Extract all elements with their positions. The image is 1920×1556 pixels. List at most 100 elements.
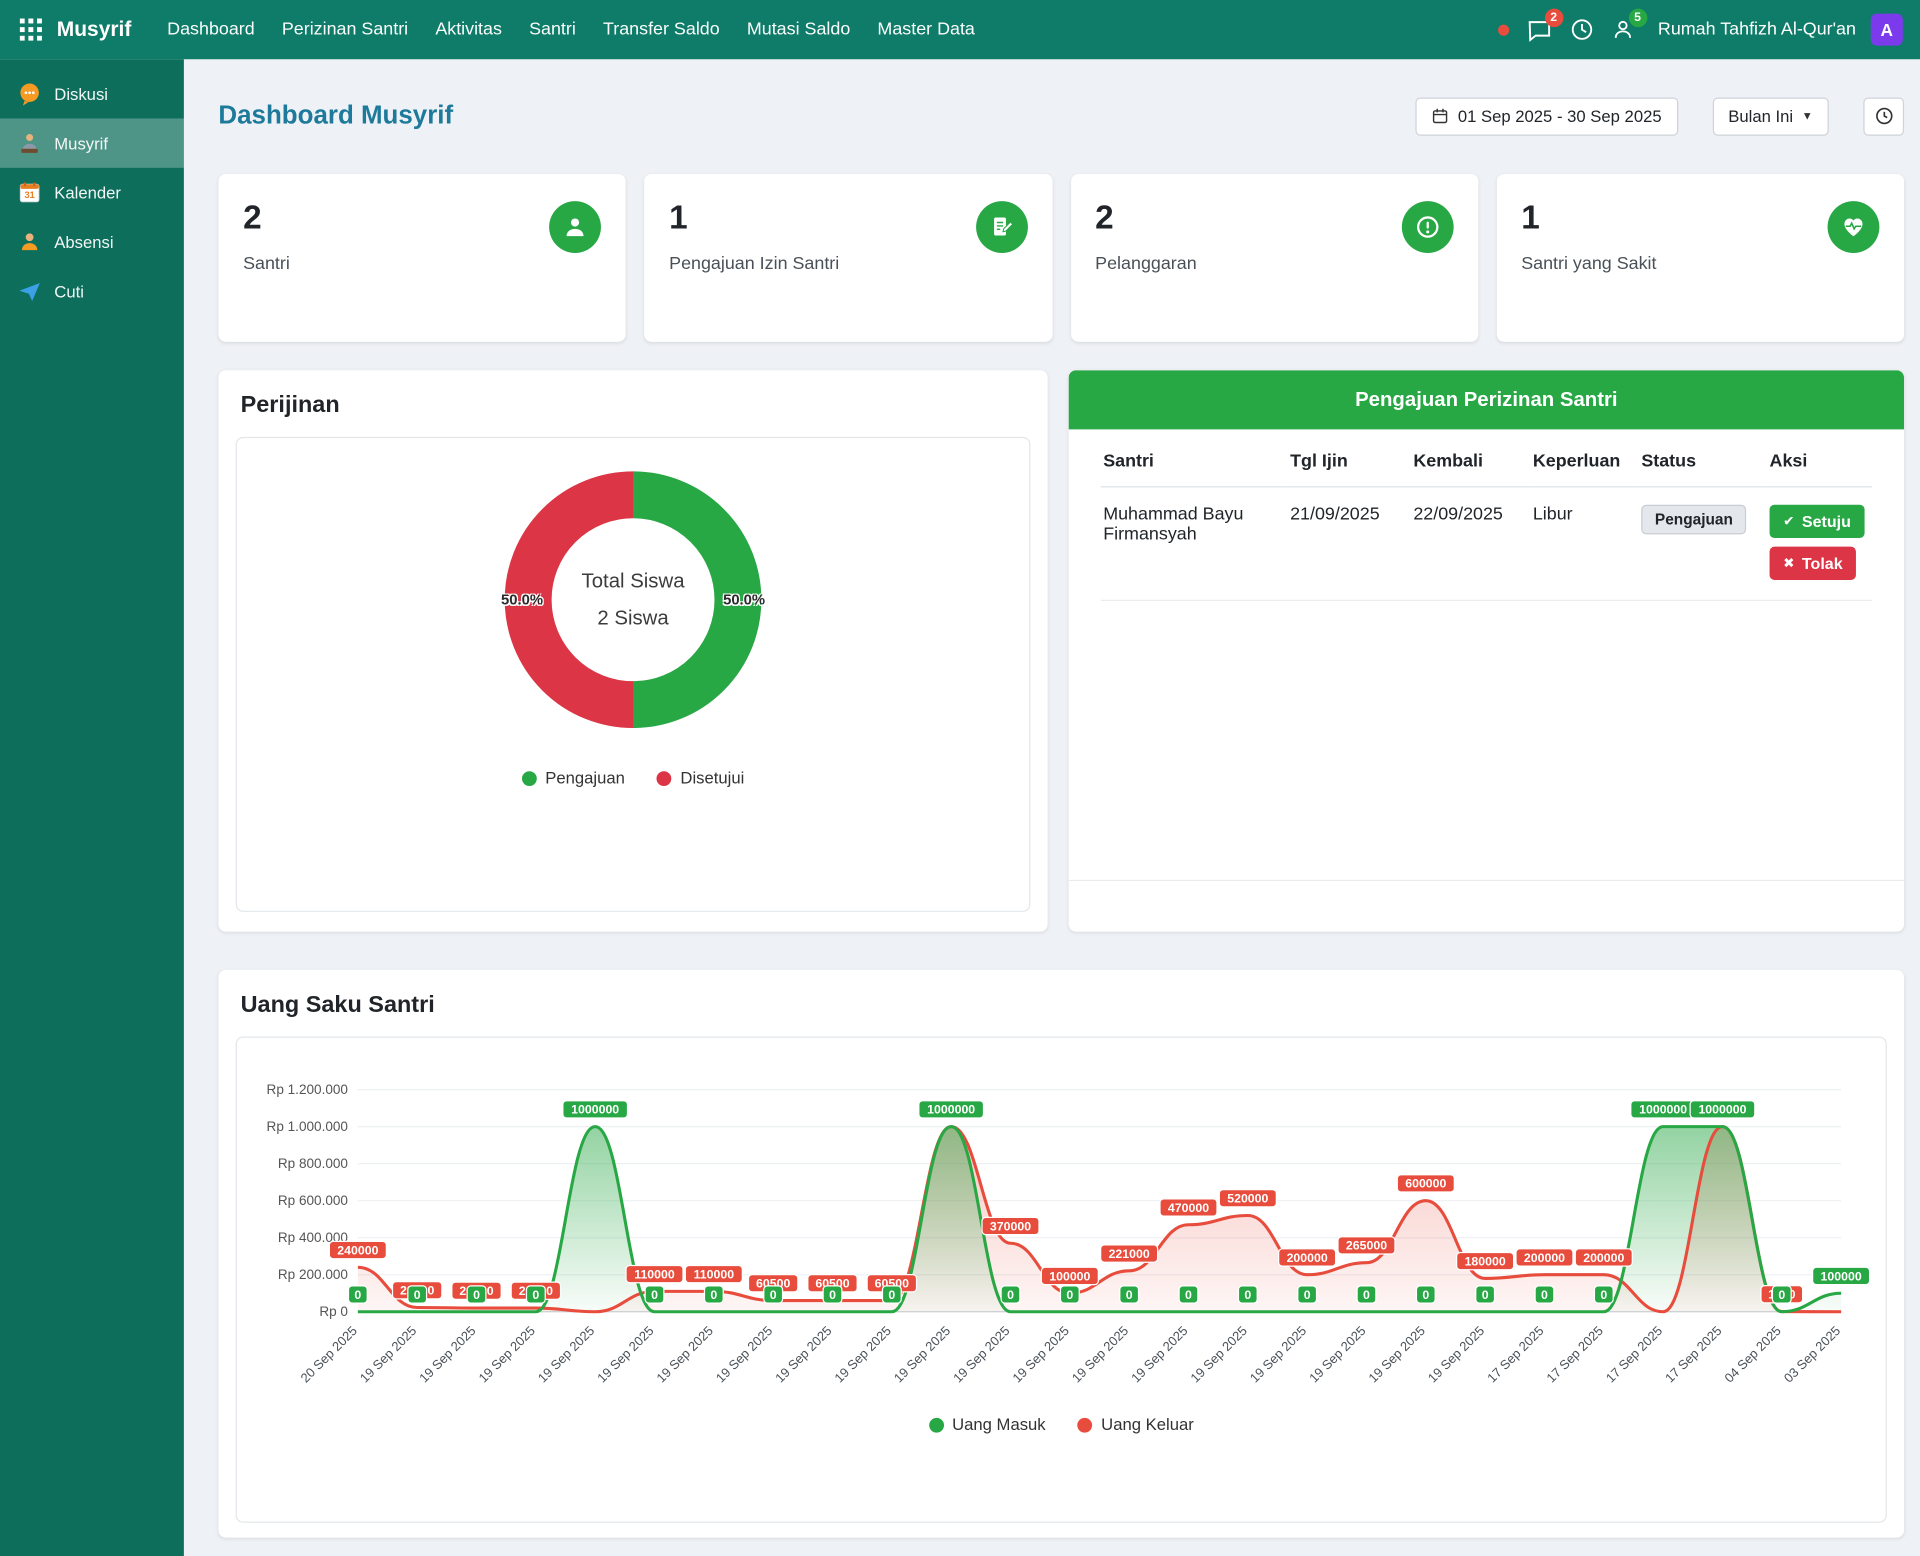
legend-uang-masuk[interactable]: Uang Masuk [929,1415,1046,1434]
school-name: Rumah Tahfizh Al-Qur'an [1658,20,1856,40]
nav-perizinan-santri[interactable]: Perizinan Santri [268,0,421,59]
svg-text:0: 0 [888,1288,895,1302]
col-tgl-ijin: Tgl Ijin [1288,434,1411,486]
reject-button[interactable]: ✖Tolak [1770,547,1857,580]
sidebar-label: Absensi [54,233,113,252]
svg-text:19 Sep 2025: 19 Sep 2025 [831,1323,894,1386]
svg-text:19 Sep 2025: 19 Sep 2025 [357,1323,420,1386]
perijinan-card: Perijinan Total Siswa 2 Siswa 50.0% 50.0… [218,370,1047,931]
svg-text:110000: 110000 [634,1267,675,1281]
nav-aktivitas[interactable]: Aktivitas [422,0,516,59]
app-window: Musyrif Dashboard Perizinan Santri Aktiv… [0,0,1920,1556]
svg-text:0: 0 [1126,1288,1133,1302]
notification-dot [1497,24,1508,35]
svg-text:19 Sep 2025: 19 Sep 2025 [713,1323,776,1386]
svg-text:200000: 200000 [1583,1251,1624,1265]
stat-label: Santri [243,254,601,274]
svg-text:221000: 221000 [1109,1247,1150,1261]
stat-cards-row: 2 Santri 1 Pengajuan Izin Santri 2 Pelan… [218,174,1904,342]
percent-label-right: 50.0% [723,591,765,608]
svg-text:0: 0 [1304,1288,1311,1302]
svg-text:0: 0 [532,1288,539,1302]
svg-text:03 Sep 2025: 03 Sep 2025 [1781,1323,1844,1386]
nav-dashboard[interactable]: Dashboard [154,0,269,59]
legend-pengajuan[interactable]: Pengajuan [522,769,625,788]
approve-button[interactable]: ✔Setuju [1770,505,1865,538]
chat-badge: 2 [1544,8,1563,27]
legend-uang-keluar[interactable]: Uang Keluar [1078,1415,1194,1434]
svg-text:19 Sep 2025: 19 Sep 2025 [1247,1323,1310,1386]
nav-transfer-saldo[interactable]: Transfer Saldo [589,0,733,59]
chevron-down-icon: ▼ [1802,110,1813,122]
nav-santri[interactable]: Santri [516,0,590,59]
svg-text:04 Sep 2025: 04 Sep 2025 [1721,1323,1784,1386]
svg-text:19 Sep 2025: 19 Sep 2025 [950,1323,1013,1386]
svg-text:370000: 370000 [990,1219,1031,1233]
stat-card-pelanggaran: 2 Pelanggaran [1070,174,1478,342]
svg-text:17 Sep 2025: 17 Sep 2025 [1484,1323,1547,1386]
sidebar-item-diskusi[interactable]: Diskusi [0,69,184,118]
svg-text:19 Sep 2025: 19 Sep 2025 [535,1323,598,1386]
svg-text:100000: 100000 [1049,1269,1090,1283]
exclamation-circle-icon [1402,201,1454,253]
svg-text:19 Sep 2025: 19 Sep 2025 [594,1323,657,1386]
stat-label: Santri yang Sakit [1521,254,1879,274]
avatar[interactable]: A [1871,14,1903,46]
svg-text:1000000: 1000000 [927,1103,975,1117]
history-button[interactable] [1863,97,1904,135]
check-icon: ✔ [1783,513,1794,529]
perijinan-title: Perijinan [236,390,1031,437]
svg-text:Rp 1.200.000: Rp 1.200.000 [267,1082,349,1097]
svg-text:0: 0 [710,1288,717,1302]
user-notification-icon[interactable]: 5 [1611,17,1636,42]
period-dropdown[interactable]: Bulan Ini ▼ [1712,97,1829,135]
svg-text:19 Sep 2025: 19 Sep 2025 [653,1323,716,1386]
nav-master-data[interactable]: Master Data [864,0,989,59]
svg-text:0: 0 [829,1288,836,1302]
cell-santri: Muhammad Bayu Firmansyah [1101,487,1288,601]
svg-text:0: 0 [1066,1288,1073,1302]
uang-saku-card: Uang Saku Santri Rp 0Rp 200.000Rp 400.00… [218,970,1904,1538]
svg-text:19 Sep 2025: 19 Sep 2025 [1009,1323,1072,1386]
svg-text:Rp 1.000.000: Rp 1.000.000 [267,1119,349,1134]
legend-dot-green [522,771,537,786]
stat-value: 2 [243,199,601,237]
svg-text:19 Sep 2025: 19 Sep 2025 [1306,1323,1369,1386]
svg-text:19 Sep 2025: 19 Sep 2025 [772,1323,835,1386]
svg-text:0: 0 [354,1288,361,1302]
donut-center-title: Total Siswa [582,569,685,592]
apps-grid-icon[interactable] [20,19,42,41]
svg-text:19 Sep 2025: 19 Sep 2025 [891,1323,954,1386]
svg-text:0: 0 [1778,1288,1785,1302]
donut-chart-box: Total Siswa 2 Siswa 50.0% 50.0% Pengajua… [236,437,1031,912]
main-content: Dashboard Musyrif 01 Sep 2025 - 30 Sep 2… [184,59,1920,1556]
donut-center-value: 2 Siswa [597,607,668,630]
svg-text:17 Sep 2025: 17 Sep 2025 [1662,1323,1725,1386]
sidebar-item-musyrif[interactable]: Musyrif [0,118,184,167]
brand-title[interactable]: Musyrif [57,17,132,42]
stat-value: 1 [669,199,1027,237]
sidebar-item-absensi[interactable]: Absensi [0,217,184,266]
sidebar-item-cuti[interactable]: Cuti [0,267,184,316]
table-row: Muhammad Bayu Firmansyah 21/09/2025 22/0… [1101,487,1872,601]
date-range-button[interactable]: 01 Sep 2025 - 30 Sep 2025 [1416,97,1678,135]
svg-text:19 Sep 2025: 19 Sep 2025 [1069,1323,1132,1386]
svg-text:0: 0 [414,1288,421,1302]
chat-icon[interactable]: 2 [1526,17,1552,43]
sidebar-item-kalender[interactable]: 31 Kalender [0,168,184,217]
clock-icon[interactable] [1569,17,1594,42]
svg-text:600000: 600000 [1405,1177,1446,1191]
svg-text:200000: 200000 [1524,1251,1565,1265]
svg-text:200000: 200000 [1287,1251,1328,1265]
svg-text:265000: 265000 [1346,1239,1387,1253]
svg-text:110000: 110000 [694,1267,735,1281]
donut-legend: Pengajuan Disetujui [522,769,745,788]
period-label: Bulan Ini [1728,107,1793,126]
document-edit-icon [975,201,1027,253]
svg-text:520000: 520000 [1227,1192,1268,1206]
svg-text:180000: 180000 [1465,1254,1506,1268]
stat-card-pengajuan-izin: 1 Pengajuan Izin Santri [644,174,1052,342]
calendar-icon [1432,107,1449,124]
nav-mutasi-saldo[interactable]: Mutasi Saldo [733,0,864,59]
legend-disetujui[interactable]: Disetujui [657,769,744,788]
